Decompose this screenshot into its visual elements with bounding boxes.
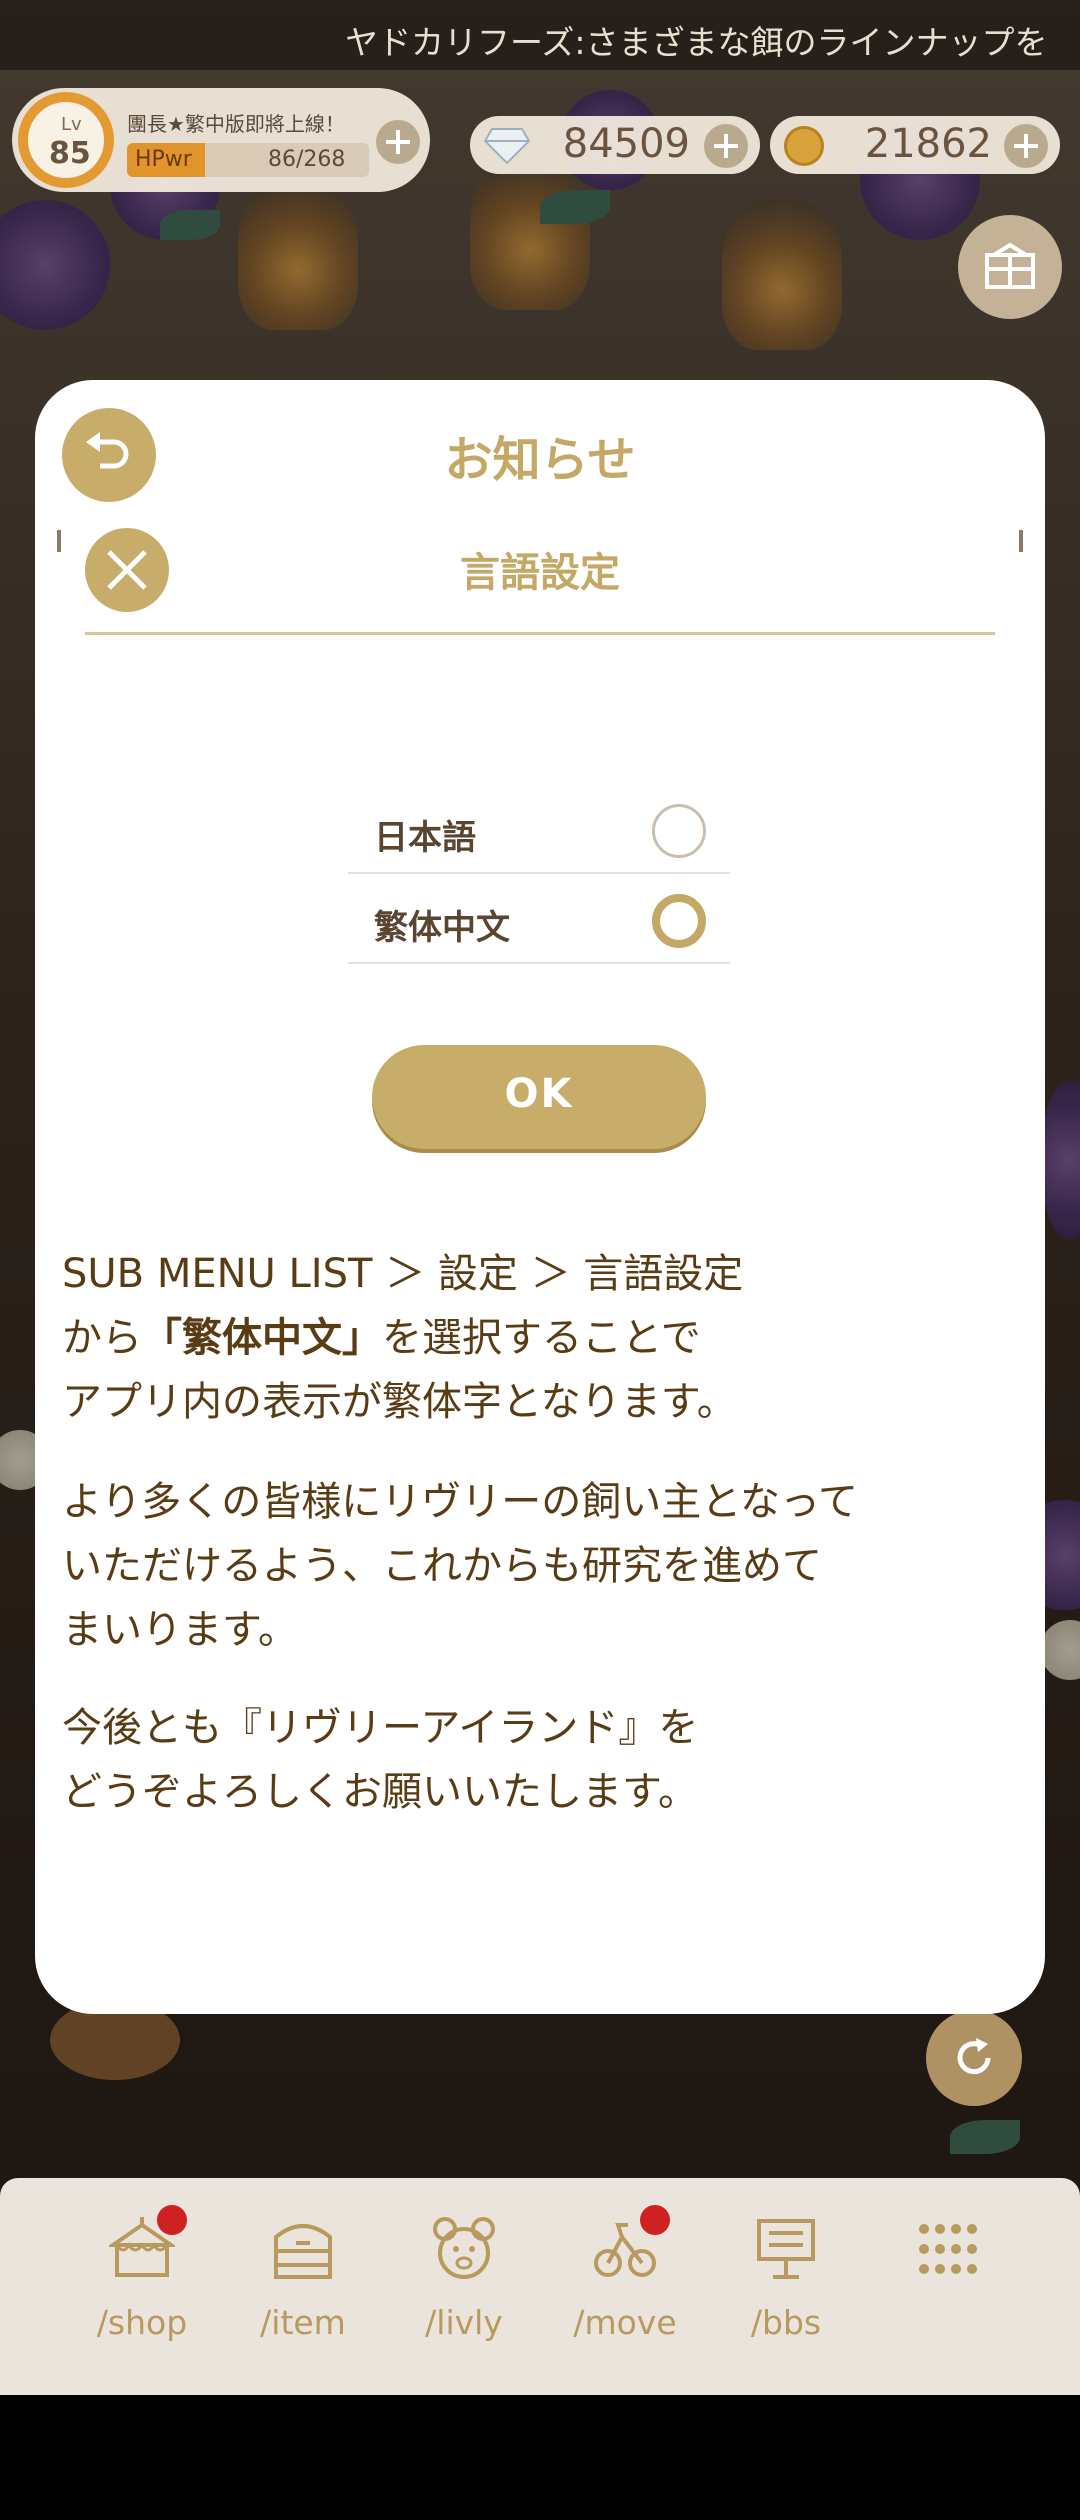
add-gems-button[interactable] — [704, 124, 748, 168]
language-label: 繁体中文 — [374, 908, 510, 948]
level-value: 85 — [49, 136, 91, 171]
diamond-icon — [484, 128, 530, 165]
nav-label: /shop — [96, 2303, 188, 2342]
gems-value: 84509 — [562, 121, 690, 167]
system-bar — [0, 2395, 1080, 2520]
notice-paragraph-3: 今後とも『リヴリーアイランド』を どうぞよろしくお願いいたします。 — [62, 1696, 962, 1824]
add-coins-button[interactable] — [1004, 124, 1048, 168]
language-option-japanese[interactable]: 日本語 — [348, 786, 730, 874]
notice-text: を選択することで — [382, 1315, 701, 1361]
item-icon — [274, 2224, 332, 2279]
nav-item[interactable]: /item — [228, 2205, 378, 2355]
notice-line: どうぞよろしくお願いいたします。 — [62, 1769, 698, 1815]
bbs-icon — [757, 2219, 815, 2279]
add-hp-button[interactable] — [376, 120, 420, 164]
theater-button[interactable] — [958, 215, 1062, 319]
coin-icon — [784, 126, 824, 166]
ticker-text: ヤドカリフーズ:さまざまな餌のラインナップを — [345, 23, 1048, 62]
notice-line: まいります。 — [62, 1607, 298, 1653]
notice-text: から — [62, 1315, 142, 1361]
ok-button-label: OK — [504, 1071, 574, 1117]
nav-more[interactable] — [872, 2205, 1022, 2355]
more-grid-icon — [919, 2224, 977, 2274]
nav-shop[interactable]: /shop — [67, 2205, 217, 2355]
nav-label: /item — [260, 2303, 346, 2342]
notice-paragraph-1: SUB MENU LIST ＞ 設定 ＞ 言語設定 から「繁体中文」を選択するこ… — [62, 1242, 962, 1434]
notice-line: いただけるよう、これからも研究を進めて — [62, 1543, 822, 1589]
level-label: Lv — [61, 114, 82, 135]
notification-badge — [640, 2205, 670, 2235]
language-option-traditional-chinese[interactable]: 繁体中文 — [348, 876, 730, 964]
nav-label: /move — [573, 2303, 677, 2342]
refresh-icon — [957, 2038, 991, 2075]
refresh-button[interactable] — [926, 2010, 1022, 2106]
theater-icon — [985, 243, 1035, 289]
language-settings-title: 言語設定 — [460, 550, 620, 596]
radio-button[interactable] — [652, 804, 706, 858]
notice-paragraph-2: より多くの皆様にリヴリーの飼い主となって いただけるよう、これからも研究を進めて… — [62, 1470, 962, 1662]
livly-icon — [433, 2217, 495, 2279]
notice-emphasis: 「繁体中文」 — [142, 1315, 382, 1361]
hp-value: 86/268 — [268, 147, 346, 172]
hp-label: HPwr — [135, 147, 192, 172]
nav-label: /bbs — [750, 2303, 822, 2342]
news-ticker[interactable]: ヤドカリフーズ:さまざまな餌のラインナップを — [0, 0, 1080, 70]
nav-label: /livly — [425, 2303, 503, 2342]
notification-badge — [157, 2205, 187, 2235]
notice-line: から「繁体中文」を選択することで — [62, 1306, 962, 1370]
notice-line: SUB MENU LIST ＞ 設定 ＞ 言語設定 — [62, 1251, 744, 1297]
notice-line: より多くの皆様にリヴリーの飼い主となって — [62, 1479, 858, 1525]
coins-value: 21862 — [864, 121, 992, 167]
modal-title: お知らせ — [444, 432, 636, 488]
nav-livly[interactable]: /livly — [389, 2205, 539, 2355]
notice-line: アプリ内の表示が繁体字となります。 — [62, 1379, 737, 1425]
nav-move[interactable]: /move — [550, 2205, 700, 2355]
radio-button-selected[interactable] — [652, 894, 706, 948]
divider — [85, 632, 995, 635]
language-label: 日本語 — [374, 818, 476, 858]
nav-bbs[interactable]: /bbs — [711, 2205, 861, 2355]
ok-button[interactable]: OK — [372, 1045, 706, 1149]
guild-message: 團長★繁中版即將上線！ — [127, 112, 345, 136]
notice-line: 今後とも『リヴリーアイランド』を — [62, 1705, 699, 1751]
